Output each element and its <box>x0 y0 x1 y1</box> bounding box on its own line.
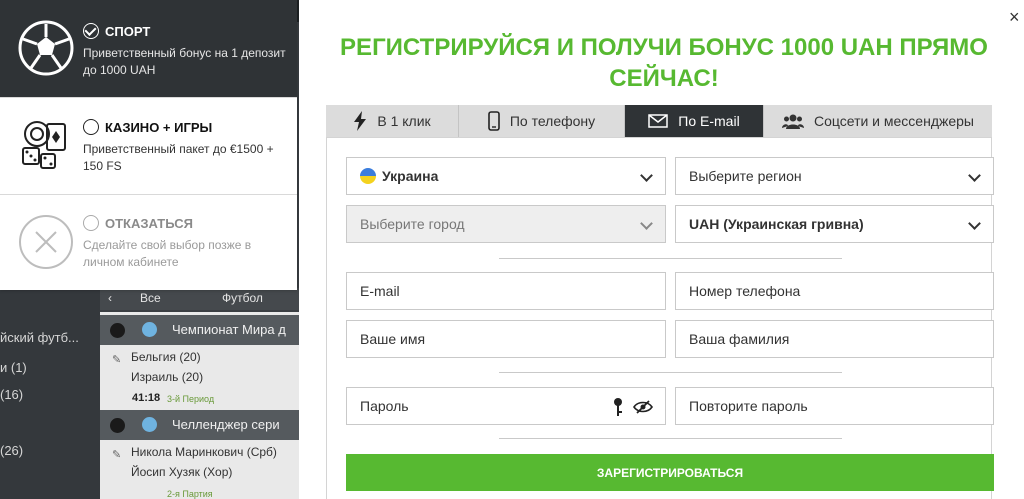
country-value: Украина <box>382 168 439 184</box>
bonus-option-desc: Сделайте свой выбор позже в личном кабин… <box>83 238 252 269</box>
tennis-icon <box>110 418 125 433</box>
background-sidebar: йский футб... и (1) (16) (26) <box>0 290 100 499</box>
radio-checked-icon[interactable] <box>83 23 99 39</box>
bonus-option-title: СПОРТ <box>83 23 150 39</box>
background-team: Никола Маринкович (Срб) <box>131 445 277 459</box>
phone-field[interactable]: Номер телефона <box>675 272 994 310</box>
password-repeat-field[interactable]: Повторите пароль <box>675 387 994 425</box>
users-icon <box>781 114 804 129</box>
divider <box>499 258 842 259</box>
chevron-left-icon: ‹ <box>108 291 112 305</box>
divider <box>499 372 842 373</box>
bonus-option-decline[interactable]: ОТКАЗАТЬСЯ Сделайте свой выбор позже в л… <box>0 195 297 290</box>
tab-label: По E-mail <box>678 113 740 129</box>
bonus-chooser: СПОРТ Приветственный бонус на 1 депозит … <box>0 0 297 290</box>
background-event-time: 41:18 <box>132 392 161 404</box>
background-team: Бельгия (20) <box>131 350 201 364</box>
background-league-row: Чемпионат Мира д <box>100 315 300 345</box>
last-name-placeholder: Ваша фамилия <box>689 331 790 347</box>
phone-placeholder: Номер телефона <box>689 283 801 299</box>
bonus-option-title-text: ОТКАЗАТЬСЯ <box>105 215 193 231</box>
background-sidebar-item: (16) <box>0 387 24 402</box>
region-placeholder: Выберите регион <box>689 168 802 184</box>
hockey-puck-icon <box>110 323 125 338</box>
bonus-option-title-text: КАЗИНО + ИГРЫ <box>105 119 213 135</box>
close-icon[interactable]: × <box>1009 8 1020 26</box>
background-sport-filter: ‹ Все Футбол <box>100 288 300 310</box>
radio-unchecked-icon[interactable] <box>83 119 99 135</box>
city-select[interactable]: Выберите город <box>346 205 666 243</box>
globe-icon <box>142 417 157 432</box>
currency-value: UAH (Украинская гривна) <box>689 216 864 232</box>
bonus-option-sport[interactable]: СПОРТ Приветственный бонус на 1 депозит … <box>0 0 297 97</box>
password-repeat-placeholder: Повторите пароль <box>689 398 808 414</box>
tab-label: В 1 клик <box>377 113 431 129</box>
country-select[interactable]: Украина <box>346 157 666 195</box>
registration-modal: × РЕГИСТРИРУЙСЯ И ПОЛУЧИ БОНУС 1000 UAH … <box>299 0 1024 499</box>
background-league-name: Чемпионат Мира д <box>172 322 286 337</box>
last-name-field[interactable]: Ваша фамилия <box>675 320 994 358</box>
divider <box>499 438 842 439</box>
bonus-option-title: ОТКАЗАТЬСЯ <box>83 215 193 231</box>
bonus-option-title: КАЗИНО + ИГРЫ <box>83 119 212 135</box>
register-button[interactable]: ЗАРЕГИСТРИРОВАТЬСЯ <box>346 454 994 491</box>
phone-icon <box>488 111 500 131</box>
key-icon[interactable] <box>613 397 623 417</box>
tab-label: По телефону <box>509 113 596 129</box>
ukraine-flag-icon <box>360 168 376 184</box>
background-team: Йосип Хузяк (Хор) <box>131 465 233 479</box>
background-league-name: Челленджер сери <box>172 417 280 432</box>
background-event-period: 3-й Период <box>167 394 215 404</box>
globe-icon <box>142 322 157 337</box>
cancel-circle-icon <box>19 215 73 269</box>
password-tools <box>613 397 653 417</box>
tab-phone[interactable]: По телефону <box>459 105 625 137</box>
background-team: Израиль (20) <box>131 370 204 384</box>
city-placeholder: Выберите город <box>360 216 465 232</box>
background-sidebar-item: и (1) <box>0 360 27 375</box>
background-filter-all: Все <box>140 291 161 305</box>
background-sidebar-item: йский футб... <box>0 330 79 345</box>
tab-email[interactable]: По E-mail <box>625 105 764 137</box>
background-filter-football: Футбол <box>222 291 263 305</box>
soccer-ball-icon <box>18 20 74 76</box>
modal-headline: РЕГИСТРИРУЙСЯ И ПОЛУЧИ БОНУС 1000 UAH ПР… <box>340 34 988 92</box>
first-name-placeholder: Ваше имя <box>360 331 426 347</box>
password-field[interactable]: Пароль <box>346 387 666 425</box>
bonus-option-title-text: СПОРТ <box>105 23 151 39</box>
tab-one-click[interactable]: В 1 клик <box>326 105 459 137</box>
tab-label: Соцсети и мессенджеры <box>813 113 974 129</box>
lightning-icon <box>354 111 367 131</box>
email-field[interactable]: E-mail <box>346 272 666 310</box>
casino-chips-icon <box>22 121 66 169</box>
region-select[interactable]: Выберите регион <box>675 157 994 195</box>
background-event-period: 2-я Партия <box>167 489 213 499</box>
email-placeholder: E-mail <box>360 283 400 299</box>
radio-unchecked-icon[interactable] <box>83 215 99 231</box>
background-sidebar-item: (26) <box>0 443 24 458</box>
bonus-option-casino[interactable]: КАЗИНО + ИГРЫ Приветственный пакет до €1… <box>0 98 297 194</box>
background-events: Чемпионат Мира д ✎ Бельгия (20) Израиль … <box>100 312 300 499</box>
background-league-row: Челленджер сери <box>100 410 300 440</box>
envelope-icon <box>648 114 669 128</box>
registration-form: Украина Выберите регион Выберите город U… <box>326 137 994 499</box>
eye-slash-icon[interactable] <box>633 400 653 414</box>
pin-icon: ✎ <box>112 449 122 461</box>
currency-select[interactable]: UAH (Украинская гривна) <box>675 205 994 243</box>
registration-tabs: В 1 клик По телефону По E-mail Соцсети и… <box>326 105 992 137</box>
bonus-option-desc: Приветственный бонус на 1 депозит до 100… <box>83 46 286 77</box>
bonus-option-desc: Приветственный пакет до €1500 + 150 FS <box>83 142 274 173</box>
tab-social[interactable]: Соцсети и мессенджеры <box>764 105 992 137</box>
first-name-field[interactable]: Ваше имя <box>346 320 666 358</box>
pin-icon: ✎ <box>112 354 122 366</box>
